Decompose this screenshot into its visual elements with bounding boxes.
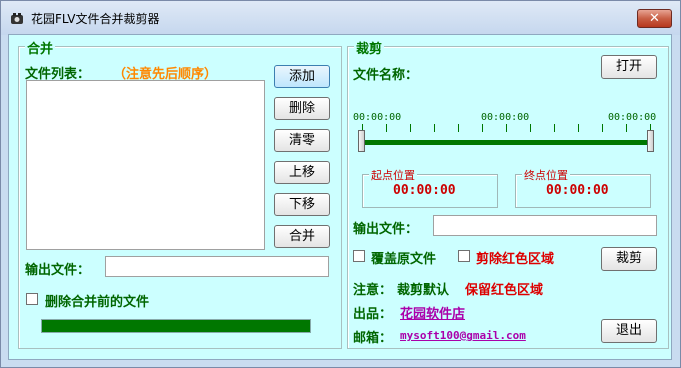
producer-link[interactable]: 花园软件店 <box>400 303 465 322</box>
move-up-button[interactable]: 上移 <box>274 161 330 184</box>
app-icon <box>11 13 23 24</box>
cut-output-label: 输出文件： <box>353 222 419 237</box>
merge-progress-fill <box>42 320 310 332</box>
open-button[interactable]: 打开 <box>601 55 657 79</box>
merge-button[interactable]: 合并 <box>274 225 330 248</box>
slider-time-left: 00:00:00 <box>353 112 402 123</box>
end-position-title: 终点位置 <box>522 167 570 183</box>
window-title: 花园FLV文件合并裁剪器 <box>31 12 160 26</box>
end-position-value: 00:00:00 <box>546 183 609 198</box>
clear-button[interactable]: 清零 <box>274 129 330 152</box>
exit-button[interactable]: 退出 <box>601 319 657 343</box>
remove-red-checkbox[interactable] <box>458 250 470 262</box>
overwrite-label: 覆盖原文件 <box>371 252 437 267</box>
slider-time-right: 00:00:00 <box>608 112 657 123</box>
cut-group-title: 裁剪 <box>354 38 385 57</box>
slider-end-handle[interactable] <box>647 130 654 152</box>
add-button[interactable]: 添加 <box>274 65 330 88</box>
cut-output-field[interactable] <box>433 215 657 236</box>
slider-start-handle[interactable] <box>358 130 365 152</box>
start-position-title: 起点位置 <box>369 167 417 183</box>
email-label: 邮箱： <box>353 331 393 346</box>
merge-output-label: 输出文件： <box>25 263 91 278</box>
slider-time-middle: 00:00:00 <box>481 112 530 123</box>
title-bar: 花园FLV文件合并裁剪器 ✕ <box>1 1 680 35</box>
slider-ticks <box>362 124 652 133</box>
email-link[interactable]: mysoft100@gmail.com <box>400 329 526 342</box>
file-list-box[interactable] <box>26 80 265 250</box>
app-window: 花园FLV文件合并裁剪器 ✕ 合并 文件列表： （注意先后顺序） 添加 删除 清… <box>0 0 681 368</box>
cut-file-name-label: 文件名称： <box>353 68 419 83</box>
cut-button[interactable]: 裁剪 <box>601 247 657 271</box>
note-keep-red: 保留红色区域 <box>465 283 544 298</box>
move-down-button[interactable]: 下移 <box>274 193 330 216</box>
merge-group-title: 合并 <box>25 38 56 57</box>
note-default: 裁剪默认 <box>397 283 450 298</box>
end-position-box: 终点位置 00:00:00 <box>515 167 651 208</box>
delete-before-checkbox[interactable] <box>26 293 38 305</box>
close-icon: ✕ <box>649 11 660 26</box>
note-prefix: 注意： <box>353 283 393 298</box>
start-position-value: 00:00:00 <box>393 183 456 198</box>
trim-slider-track[interactable] <box>362 140 652 145</box>
merge-output-field[interactable] <box>105 256 329 277</box>
delete-before-label: 删除合并前的文件 <box>45 295 150 310</box>
start-position-box: 起点位置 00:00:00 <box>362 167 498 208</box>
producer-label: 出品： <box>353 307 393 322</box>
client-area: 合并 文件列表： （注意先后顺序） 添加 删除 清零 上移 下移 合并 输出文件… <box>8 34 672 360</box>
close-button[interactable]: ✕ <box>637 9 672 28</box>
overwrite-checkbox[interactable] <box>353 250 365 262</box>
delete-button[interactable]: 删除 <box>274 97 330 120</box>
merge-progress-bar <box>41 319 311 333</box>
remove-red-label: 剪除红色区域 <box>476 252 555 267</box>
